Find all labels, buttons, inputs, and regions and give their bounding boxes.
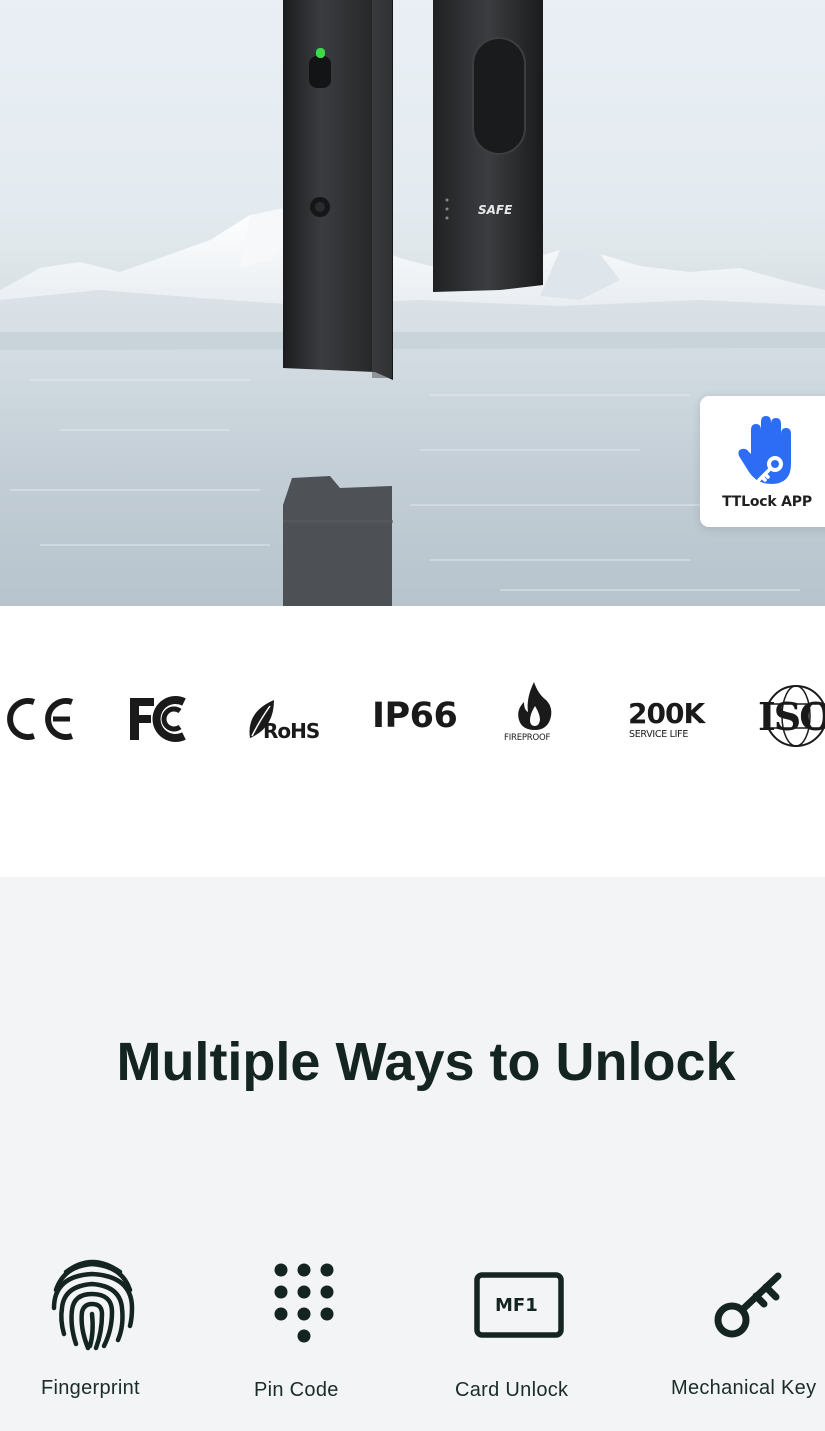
ip66-mark: IP66 xyxy=(372,696,458,736)
service-life-label: SERVICE LIFE xyxy=(629,729,689,740)
certification-strip: RoHS IP66 FIREPROOF 200K SERVICE LIFE IS… xyxy=(0,606,825,877)
flame-icon xyxy=(518,682,552,730)
unlock-methods-section: Multiple Ways to Unlock Fingerprint Pin … xyxy=(0,877,825,1431)
fcc-mark xyxy=(130,696,186,742)
method-label: Mechanical Key xyxy=(671,1377,817,1399)
card-text: MF1 xyxy=(495,1295,538,1316)
hand-key-icon xyxy=(738,416,791,484)
rohs-mark: RoHS xyxy=(263,719,320,743)
badge-label: TTLock APP xyxy=(722,494,812,510)
ttlock-app-badge[interactable]: TTLock APP xyxy=(700,396,825,527)
ce-mark xyxy=(7,698,73,740)
brand-text: SAFE xyxy=(478,203,513,217)
method-label: Card Unlock xyxy=(455,1379,569,1401)
fireproof-mark: FIREPROOF xyxy=(504,733,551,743)
unlock-method-pin-code: Pin Code xyxy=(220,1252,400,1412)
service-life-value: 200K xyxy=(628,697,705,730)
fingerprint-icon xyxy=(51,1259,135,1351)
iso-mark: ISO xyxy=(758,694,825,739)
product-hero: SAFE TTLock APP xyxy=(0,0,825,606)
unlock-method-card: MF1 Card Unlock xyxy=(430,1252,610,1412)
method-label: Fingerprint xyxy=(41,1377,140,1399)
unlock-method-mechanical-key: Mechanical Key xyxy=(640,1252,825,1412)
section-title: Multiple Ways to Unlock xyxy=(116,1032,736,1092)
keypad-icon xyxy=(274,1263,334,1343)
method-label: Pin Code xyxy=(254,1379,339,1401)
key-icon xyxy=(714,1272,782,1338)
unlock-method-fingerprint: Fingerprint xyxy=(0,1252,200,1412)
